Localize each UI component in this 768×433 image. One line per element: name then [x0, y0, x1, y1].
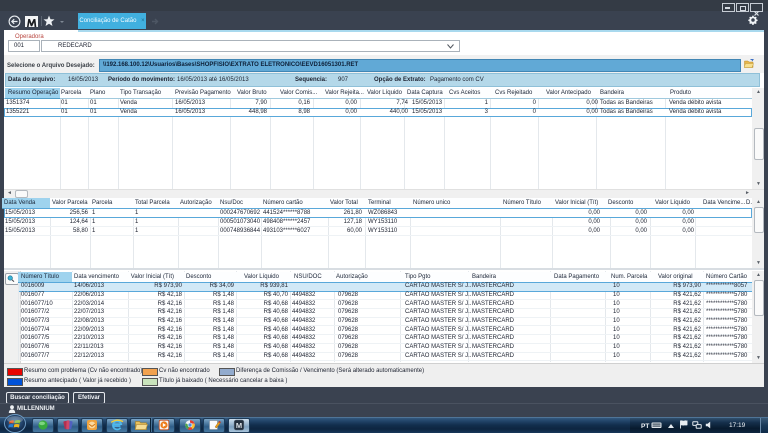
svg-text:M: M: [235, 421, 241, 430]
